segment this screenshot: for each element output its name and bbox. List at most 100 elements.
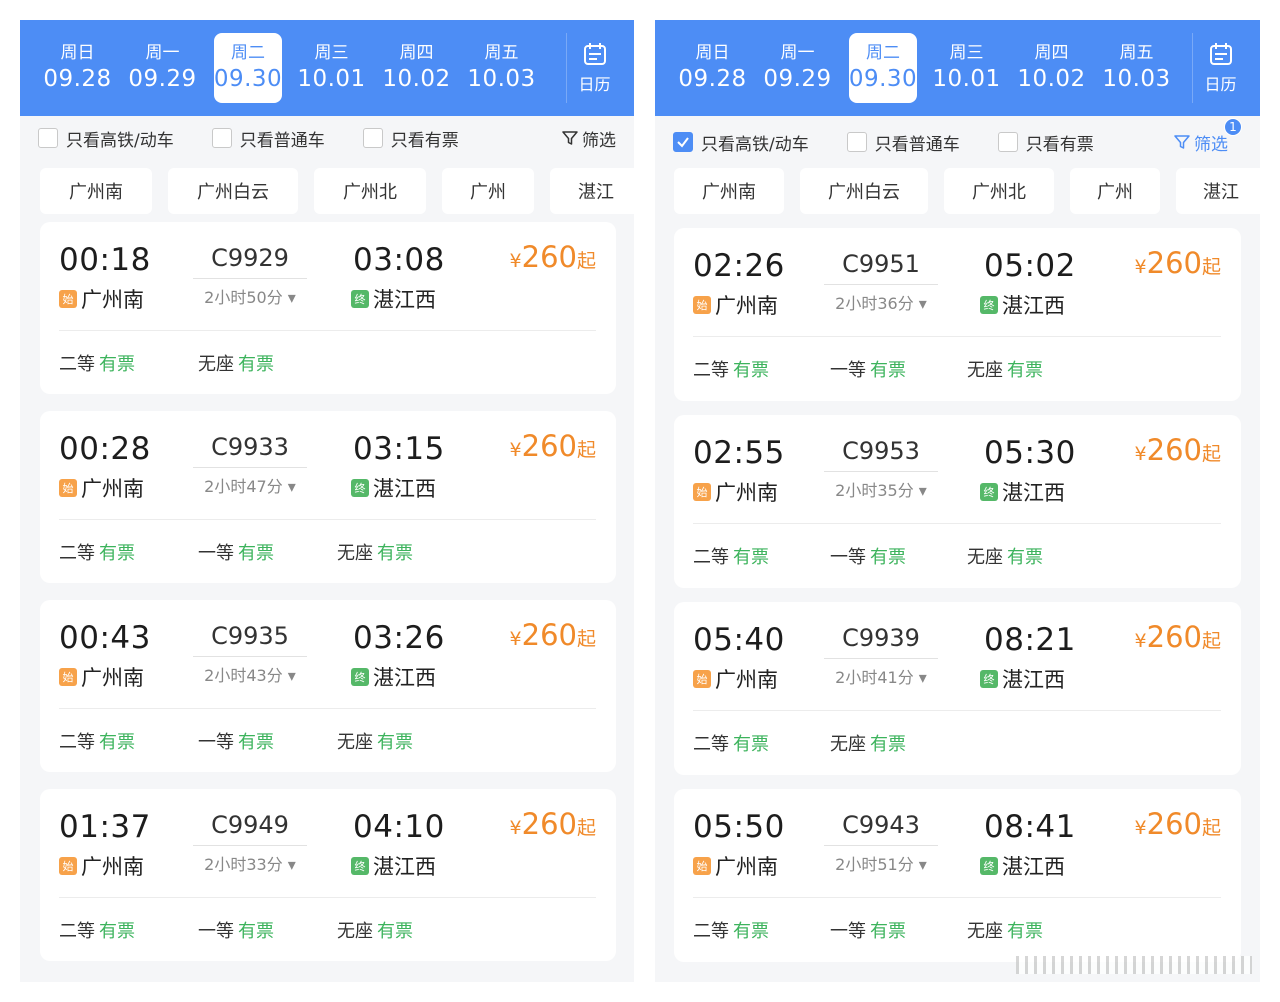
date-label: 09.28 (678, 66, 747, 92)
weekday-label: 周三 (949, 43, 984, 63)
filter-button-label: 筛选 (582, 130, 616, 151)
date-label: 10.02 (382, 66, 451, 92)
station-chip[interactable]: 广州北 (314, 168, 426, 214)
arrival-time: 03:26 (353, 620, 445, 656)
seat-name: 无座 (830, 734, 866, 755)
price-from-suffix: 起 (576, 628, 596, 650)
station-chip[interactable]: 广州南 (40, 168, 152, 214)
left-screenshot-panel: 周日 09.28 周一 09.29 周二 09.30 周三 10.01 周四 10.02 … (20, 20, 634, 982)
filter-count-badge: 1 (1224, 117, 1242, 136)
seat-name: 无座 (337, 921, 373, 942)
train-number: C9939 (824, 624, 938, 659)
departure-station: 始广州南 (59, 473, 144, 503)
date-tab-sun[interactable]: 周日 09.28 (671, 33, 754, 103)
departure-time: 05:50 (693, 809, 785, 845)
end-tag-icon: 终 (980, 483, 998, 501)
station-chip[interactable]: 广州 (1070, 168, 1160, 214)
date-tab-mon[interactable]: 周一 09.29 (756, 33, 839, 103)
train-list: 02:26 C9951 05:02 始广州南 2小时36分 ▾ 终湛江西 ¥26… (655, 222, 1260, 962)
train-card[interactable]: 00:43 C9935 03:26 始广州南 2小时43分 ▾ 终湛江西 ¥26… (40, 600, 616, 772)
seat-name: 一等 (830, 360, 866, 381)
seat-class: 二等 有票 (693, 543, 830, 569)
station-chip[interactable]: 湛江 (1176, 168, 1260, 214)
date-tab-fri[interactable]: 周五 10.03 (1095, 33, 1178, 103)
filter-available-checkbox[interactable]: 只看有票 (362, 126, 459, 151)
duration[interactable]: 2小时41分 ▾ (824, 664, 938, 688)
duration[interactable]: 2小时47分 ▾ (193, 473, 307, 497)
filter-normal-train-checkbox[interactable]: 只看普通车 (846, 130, 960, 155)
duration[interactable]: 2小时33分 ▾ (193, 851, 307, 875)
station-chip[interactable]: 湛江 (550, 168, 634, 214)
seat-status: 有票 (870, 547, 906, 568)
seat-name: 一等 (198, 732, 234, 753)
arrival-station: 终湛江西 (980, 477, 1065, 507)
duration-text: 2小时43分 (204, 666, 283, 685)
checkbox-box (362, 128, 383, 148)
date-label: 09.29 (128, 66, 197, 92)
price-amount: 260 (1146, 433, 1202, 467)
train-card[interactable]: 00:18 C9929 03:08 始广州南 2小时50分 ▾ 终湛江西 ¥26… (40, 222, 616, 394)
divider (59, 519, 596, 520)
train-card[interactable]: 01:37 C9949 04:10 始广州南 2小时33分 ▾ 终湛江西 ¥26… (40, 789, 616, 961)
station-chip[interactable]: 广州 (442, 168, 534, 214)
currency-symbol: ¥ (1134, 443, 1147, 465)
seat-class: 二等 有票 (59, 728, 198, 754)
date-tab-fri[interactable]: 周五 10.03 (460, 33, 543, 103)
train-card[interactable]: 05:40 C9939 08:21 始广州南 2小时41分 ▾ 终湛江西 ¥26… (674, 602, 1241, 775)
date-tab-tue-selected[interactable]: 周二 09.30 (849, 33, 917, 103)
duration[interactable]: 2小时51分 ▾ (824, 851, 938, 875)
calendar-button[interactable]: 日历 (1192, 33, 1248, 103)
station-chip-row: 广州南 广州白云 广州北 广州 湛江 (655, 160, 1260, 222)
train-list: 00:18 C9929 03:08 始广州南 2小时50分 ▾ 终湛江西 ¥26… (20, 222, 634, 961)
filter-high-speed-checkbox[interactable]: 只看高铁/动车 (38, 126, 174, 151)
seat-status: 有票 (377, 543, 413, 564)
seat-name: 无座 (967, 360, 1003, 381)
price: ¥260 起 (1135, 807, 1221, 841)
seat-name: 无座 (967, 921, 1003, 942)
duration-text: 2小时51分 (835, 855, 914, 874)
duration[interactable]: 2小时43分 ▾ (193, 662, 307, 686)
station-chip[interactable]: 广州白云 (800, 168, 928, 214)
price: ¥260 起 (510, 807, 596, 841)
duration[interactable]: 2小时35分 ▾ (824, 477, 938, 501)
date-tab-thu[interactable]: 周四 10.02 (375, 33, 458, 103)
arrival-station: 终湛江西 (980, 851, 1065, 881)
date-tab-wed[interactable]: 周三 10.01 (925, 33, 1008, 103)
station-name: 湛江西 (373, 288, 436, 312)
date-label: 10.01 (297, 66, 366, 92)
weekday-label: 周日 (60, 43, 95, 63)
filter-available-checkbox[interactable]: 只看有票 (997, 130, 1094, 155)
station-chip[interactable]: 广州北 (944, 168, 1054, 214)
duration[interactable]: 2小时50分 ▾ (193, 284, 307, 308)
calendar-button[interactable]: 日历 (566, 33, 622, 103)
train-card[interactable]: 02:26 C9951 05:02 始广州南 2小时36分 ▾ 终湛江西 ¥26… (674, 228, 1241, 401)
station-chip[interactable]: 广州南 (674, 168, 784, 214)
date-tab-thu[interactable]: 周四 10.02 (1010, 33, 1093, 103)
date-tab-tue-selected[interactable]: 周二 09.30 (214, 33, 282, 103)
seat-class: 一等 有票 (830, 917, 967, 943)
date-tab-mon[interactable]: 周一 09.29 (121, 33, 204, 103)
seat-availability: 二等 有票 一等 有票 无座 有票 (59, 728, 476, 754)
end-tag-icon: 终 (351, 290, 369, 308)
filter-button-active[interactable]: 筛选 1 (1174, 117, 1242, 155)
start-tag-icon: 始 (693, 670, 711, 688)
train-card[interactable]: 05:50 C9943 08:41 始广州南 2小时51分 ▾ 终湛江西 ¥26… (674, 789, 1241, 962)
date-tab-wed[interactable]: 周三 10.01 (290, 33, 373, 103)
station-name: 广州南 (715, 855, 778, 879)
filter-normal-train-checkbox[interactable]: 只看普通车 (211, 126, 325, 151)
filter-high-speed-checkbox[interactable]: 只看高铁/动车 (673, 130, 809, 155)
caret-down-icon: ▾ (918, 481, 927, 500)
weekday-label: 周四 (399, 43, 434, 63)
train-card[interactable]: 02:55 C9953 05:30 始广州南 2小时35分 ▾ 终湛江西 ¥26… (674, 415, 1241, 588)
seat-status: 有票 (99, 921, 135, 942)
seat-name: 二等 (59, 921, 95, 942)
seat-class: 一等 有票 (198, 539, 337, 565)
train-number: C9951 (824, 250, 938, 285)
end-tag-icon: 终 (980, 296, 998, 314)
duration[interactable]: 2小时36分 ▾ (824, 290, 938, 314)
filter-button[interactable]: 筛选 (562, 126, 616, 151)
train-card[interactable]: 00:28 C9933 03:15 始广州南 2小时47分 ▾ 终湛江西 ¥26… (40, 411, 616, 583)
seat-status: 有票 (238, 354, 274, 375)
date-tab-sun[interactable]: 周日 09.28 (36, 33, 119, 103)
station-chip[interactable]: 广州白云 (168, 168, 298, 214)
